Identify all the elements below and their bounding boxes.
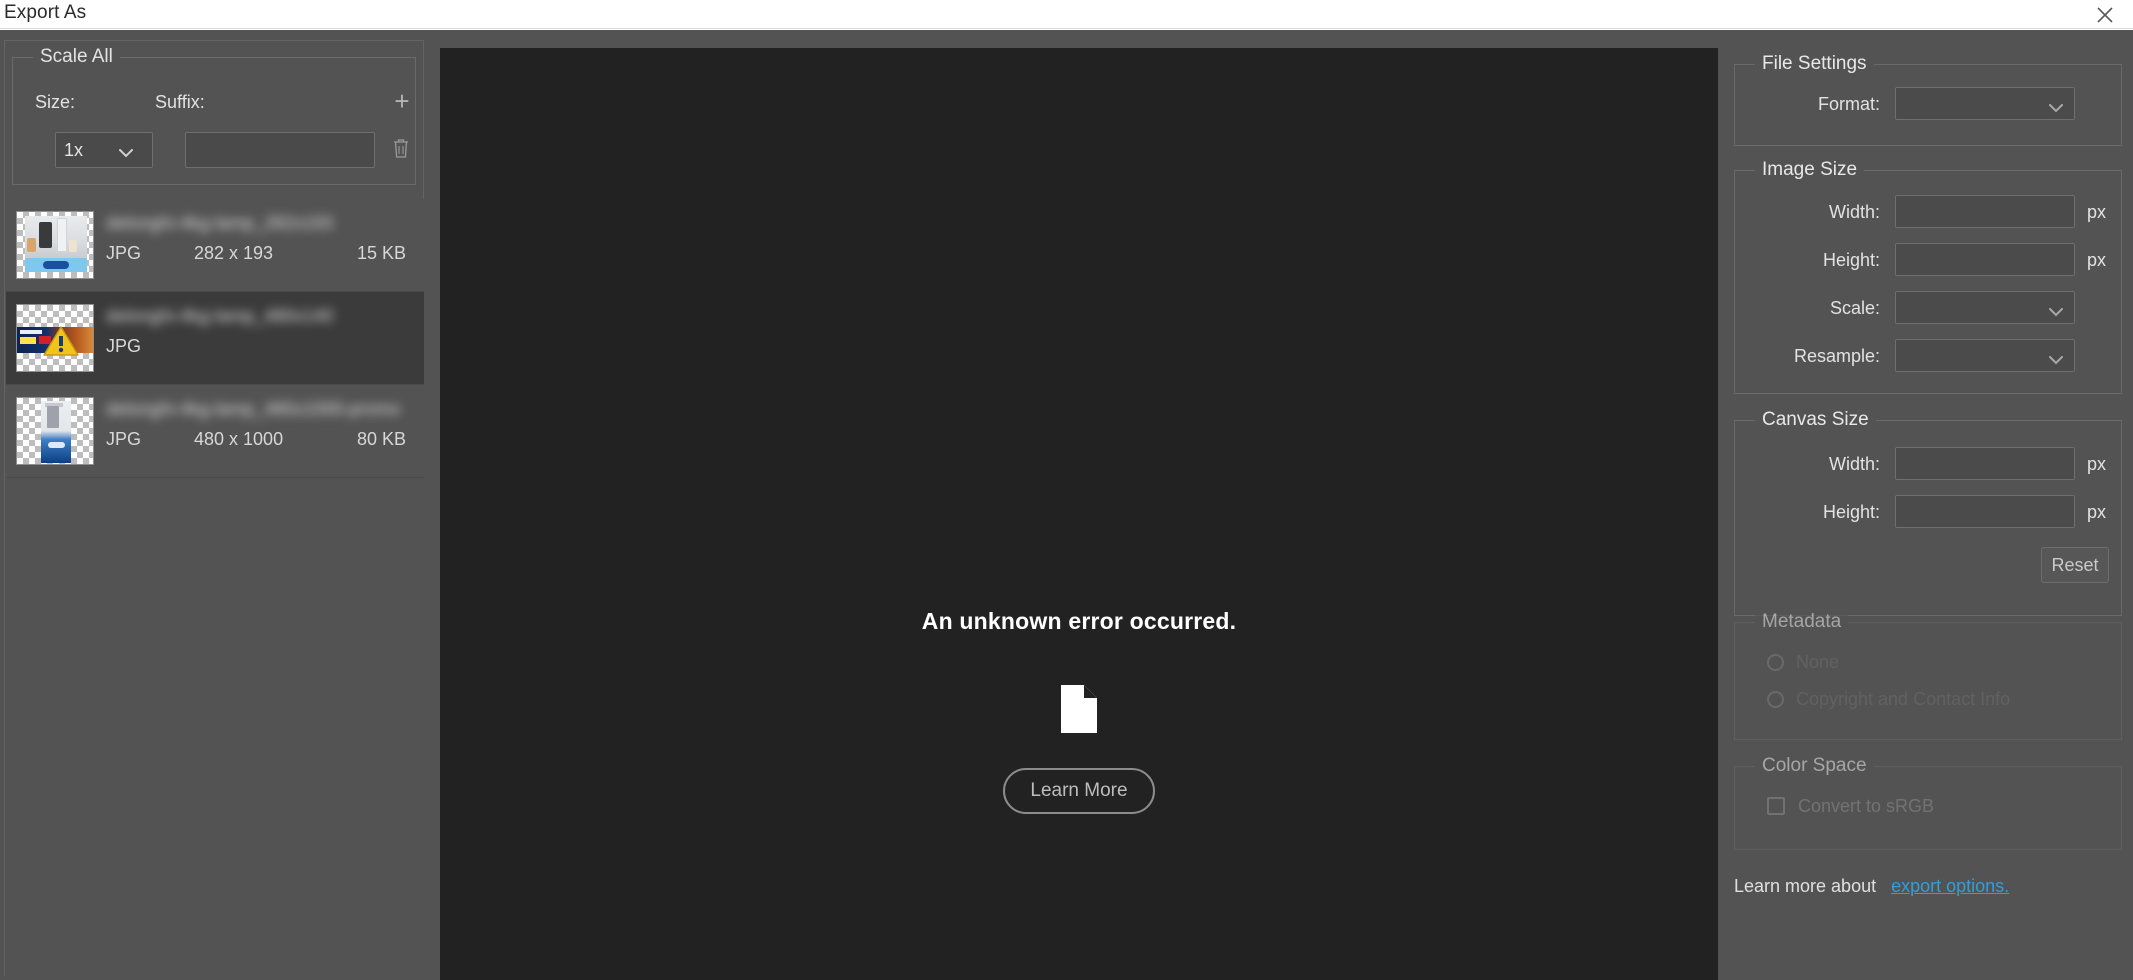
file-thumbnail xyxy=(16,304,94,372)
file-settings-group: File Settings Format: xyxy=(1734,53,2123,146)
file-meta: JPG 480 x 1000 80 KB xyxy=(106,429,416,453)
canvas-width-unit: px xyxy=(2087,454,2107,474)
list-item[interactable]: delonghi-4kg-lamp_480x1000-promo JPG 480… xyxy=(6,385,424,478)
radio-icon xyxy=(1767,690,1784,708)
file-list[interactable]: delonghi-4kg-lamp_282x193 JPG 282 x 193 … xyxy=(6,199,424,976)
format-label: Format: xyxy=(1817,94,1880,114)
image-resample-row: Resample: xyxy=(1735,339,2123,377)
canvas-height-unit: px xyxy=(2087,502,2107,522)
chevron-down-icon xyxy=(2049,352,2063,370)
image-width-unit: px xyxy=(2087,202,2107,222)
checkbox-icon xyxy=(1767,797,1785,815)
chevron-down-icon xyxy=(2049,304,2063,322)
format-row: Format: xyxy=(1735,87,2123,125)
image-size-group: Image Size Width: px Height: px Scale: R… xyxy=(1734,159,2123,394)
close-icon[interactable] xyxy=(2077,0,2133,29)
image-width-input[interactable] xyxy=(1895,195,2075,228)
error-title: An unknown error occurred. xyxy=(921,608,1237,634)
convert-srgb-checkbox[interactable]: Convert to sRGB xyxy=(1767,791,1934,821)
metadata-legend: Metadata xyxy=(1755,611,1849,633)
image-resample-label: Resample: xyxy=(1793,346,1880,366)
image-scale-label: Scale: xyxy=(1829,298,1880,318)
metadata-option-copyright[interactable]: Copyright and Contact Info xyxy=(1767,684,2010,714)
radio-icon xyxy=(1767,653,1784,671)
canvas-height-label: Height: xyxy=(1822,502,1880,522)
canvas-size-group: Canvas Size Width: px Height: px Reset xyxy=(1734,409,2123,616)
export-as-dialog: Export As Scale All Size: Suffix: + 1x d… xyxy=(0,0,2133,980)
metadata-copyright-label: Copyright and Contact Info xyxy=(1796,688,2011,709)
file-size: 80 KB xyxy=(356,429,406,449)
metadata-none-label: None xyxy=(1796,651,1840,672)
file-settings-legend: File Settings xyxy=(1755,53,1874,75)
file-type: JPG xyxy=(106,243,142,263)
canvas-height-input[interactable] xyxy=(1895,495,2075,528)
size-select[interactable]: 1x xyxy=(55,132,153,168)
dialog-body: Scale All Size: Suffix: + 1x delonghi-4k… xyxy=(0,30,2133,980)
size-select-wrapper: 1x xyxy=(45,132,153,168)
title-bar: Export As xyxy=(0,0,2133,29)
convert-srgb-label: Convert to sRGB xyxy=(1798,795,1935,816)
file-thumbnail xyxy=(16,397,94,465)
file-thumbnail xyxy=(16,211,94,279)
list-item[interactable]: delonghi-4kg-lamp_480x140 JPG xyxy=(6,292,424,385)
image-scale-row: Scale: xyxy=(1735,291,2123,329)
left-panel: Scale All Size: Suffix: + 1x delonghi-4k… xyxy=(4,40,424,976)
list-item[interactable]: delonghi-4kg-lamp_282x193 JPG 282 x 193 … xyxy=(6,199,424,292)
page-title: Export As xyxy=(4,2,87,23)
file-dimensions: 480 x 1000 xyxy=(194,429,284,449)
file-dimensions: 282 x 193 xyxy=(194,243,274,263)
canvas-height-row: Height: px xyxy=(1735,495,2123,533)
metadata-group: Metadata None Copyright and Contact Info xyxy=(1734,611,2122,740)
size-label: Size: xyxy=(35,92,76,112)
color-space-group: Color Space Convert to sRGB xyxy=(1734,755,2122,850)
file-meta: JPG xyxy=(106,336,416,360)
format-select[interactable] xyxy=(1895,87,2075,120)
footer-learn-more: Learn more about export options. xyxy=(1734,876,2009,897)
canvas-width-row: Width: px xyxy=(1735,447,2123,485)
chevron-down-icon xyxy=(2049,100,2063,118)
preview-canvas: An unknown error occurred. Learn More xyxy=(440,48,1718,980)
error-block: An unknown error occurred. Learn More xyxy=(440,608,1718,814)
color-space-legend: Color Space xyxy=(1755,755,1874,777)
suffix-label: Suffix: xyxy=(155,92,205,112)
file-name: delonghi-4kg-lamp_480x140 xyxy=(106,306,334,326)
learn-more-button[interactable]: Learn More xyxy=(1003,768,1155,814)
image-size-legend: Image Size xyxy=(1755,159,1865,181)
plus-icon[interactable]: + xyxy=(389,88,415,114)
canvas-width-input[interactable] xyxy=(1895,447,2075,480)
suffix-input[interactable] xyxy=(185,132,375,168)
image-width-label: Width: xyxy=(1828,202,1880,222)
canvas-size-legend: Canvas Size xyxy=(1755,409,1876,431)
file-name: delonghi-4kg-lamp_480x1000-promo xyxy=(106,399,401,419)
scale-all-group: Scale All Size: Suffix: + 1x xyxy=(12,46,416,185)
file-meta: JPG 282 x 193 15 KB xyxy=(106,243,416,267)
file-type: JPG xyxy=(106,429,142,449)
reset-button[interactable]: Reset xyxy=(2041,547,2109,583)
image-height-row: Height: px xyxy=(1735,243,2123,281)
export-options-link[interactable]: export options. xyxy=(1891,876,2009,896)
document-icon xyxy=(1058,683,1100,740)
image-scale-select[interactable] xyxy=(1895,291,2075,324)
metadata-option-none[interactable]: None xyxy=(1767,647,1839,677)
footer-text: Learn more about xyxy=(1734,876,1877,896)
scale-all-legend: Scale All xyxy=(33,46,120,68)
image-width-row: Width: px xyxy=(1735,195,2123,233)
warning-icon xyxy=(43,325,79,357)
image-height-unit: px xyxy=(2087,250,2107,270)
image-height-label: Height: xyxy=(1822,250,1880,270)
image-resample-select[interactable] xyxy=(1895,339,2075,372)
image-height-input[interactable] xyxy=(1895,243,2075,276)
file-size: 15 KB xyxy=(356,243,406,263)
file-name: delonghi-4kg-lamp_282x193 xyxy=(106,213,334,233)
canvas-width-label: Width: xyxy=(1828,454,1880,474)
file-type: JPG xyxy=(106,336,142,356)
trash-icon[interactable] xyxy=(392,138,410,164)
right-panel: File Settings Format: Image Size Width: xyxy=(1726,40,2126,976)
